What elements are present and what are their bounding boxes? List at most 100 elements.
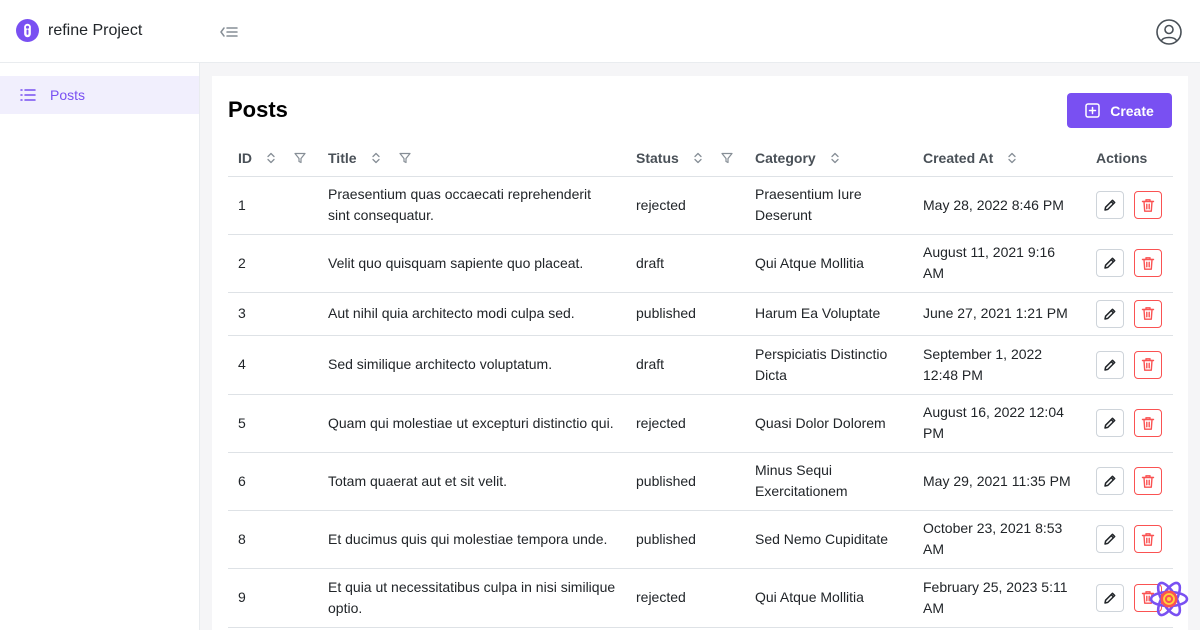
cell-title: Praesentium quas occaecati reprehenderit… <box>318 176 626 235</box>
delete-button[interactable] <box>1134 249 1162 277</box>
cell-id: 8 <box>228 510 318 569</box>
brand[interactable]: refine Project <box>16 19 142 42</box>
edit-button[interactable] <box>1096 350 1124 379</box>
sidebar-item-label: Posts <box>50 87 86 103</box>
cell-id: 3 <box>228 292 318 336</box>
delete-button[interactable] <box>1134 350 1162 379</box>
cell-category: Qui Atque Mollitia <box>745 234 913 293</box>
delete-button[interactable] <box>1134 525 1162 553</box>
trash-icon <box>1141 256 1155 270</box>
table-row: 6 Totam quaerat aut et sit velit. publishe… <box>228 452 1173 511</box>
cell-created-at: August 11, 2021 9:16 AM <box>913 234 1086 293</box>
edit-button[interactable] <box>1096 299 1124 328</box>
pencil-icon <box>1104 533 1116 545</box>
trash-icon <box>1141 307 1155 320</box>
square-plus-icon <box>1085 103 1100 118</box>
cell-status: published <box>626 452 745 511</box>
cell-category: Qui Atque Mollitia <box>745 568 913 628</box>
sidebar-item-posts[interactable]: Posts <box>0 76 199 114</box>
delete-button[interactable] <box>1134 191 1162 219</box>
cell-category: Sed Nemo Cupiditate <box>745 510 913 569</box>
cell-status: rejected <box>626 176 745 235</box>
cell-title: Et ducimus quis qui molestiae tempora un… <box>318 510 626 569</box>
trash-icon <box>1141 358 1155 371</box>
cell-title: Sed similique architecto voluptatum. <box>318 335 626 395</box>
delete-button[interactable] <box>1134 299 1162 328</box>
user-avatar-icon[interactable] <box>1155 18 1183 46</box>
column-label: Status <box>636 149 679 166</box>
edit-button[interactable] <box>1096 409 1124 437</box>
edit-button[interactable] <box>1096 467 1124 495</box>
sort-icon[interactable] <box>266 152 276 164</box>
delete-button[interactable] <box>1134 409 1162 437</box>
cell-category: Perspiciatis Distinctio Dicta <box>745 335 913 395</box>
refine-logo-icon <box>16 19 39 42</box>
cell-title: Et quia ut necessitatibus culpa in nisi … <box>318 568 626 628</box>
trash-icon <box>1141 416 1155 430</box>
column-label: Created At <box>923 149 994 166</box>
app-title: refine Project <box>48 21 143 39</box>
cell-actions <box>1086 510 1173 569</box>
table-body: 1 Praesentium quas occaecati reprehenderi… <box>228 176 1173 628</box>
column-header-created-at: Created At <box>913 140 1086 177</box>
pencil-icon <box>1104 308 1116 320</box>
edit-button[interactable] <box>1096 525 1124 553</box>
posts-table: ID Title Status Category Created At Acti… <box>228 140 1173 628</box>
cell-title: Quam qui molestiae ut excepturi distinct… <box>318 394 626 453</box>
pencil-icon <box>1104 257 1116 269</box>
cell-created-at: October 23, 2021 8:53 AM <box>913 510 1086 569</box>
cell-status: draft <box>626 234 745 293</box>
cell-status: rejected <box>626 394 745 453</box>
column-header-actions: Actions <box>1086 140 1173 177</box>
pencil-icon <box>1104 417 1116 429</box>
sort-icon[interactable] <box>693 152 703 164</box>
cell-status: published <box>626 510 745 569</box>
sort-icon[interactable] <box>1007 152 1017 164</box>
cell-id: 4 <box>228 335 318 395</box>
column-label: ID <box>238 149 252 166</box>
cell-actions <box>1086 335 1173 395</box>
sidebar-collapse-icon[interactable] <box>219 23 239 41</box>
column-label: Category <box>755 149 816 166</box>
cell-id: 1 <box>228 176 318 235</box>
cell-id: 6 <box>228 452 318 511</box>
pencil-icon <box>1104 199 1116 211</box>
cell-title: Totam quaerat aut et sit velit. <box>318 452 626 511</box>
cell-title: Aut nihil quia architecto modi culpa sed… <box>318 292 626 336</box>
cell-category: Minus Sequi Exercitationem <box>745 452 913 511</box>
filter-icon[interactable] <box>294 152 306 164</box>
cell-actions <box>1086 234 1173 293</box>
cell-actions <box>1086 176 1173 235</box>
pencil-icon <box>1104 475 1116 487</box>
filter-icon[interactable] <box>398 152 411 164</box>
create-button[interactable]: Create <box>1067 93 1172 128</box>
column-header-title: Title <box>318 140 626 177</box>
table-row: 9 Et quia ut necessitatibus culpa in nisi… <box>228 568 1173 628</box>
filter-icon[interactable] <box>721 152 733 164</box>
cell-actions <box>1086 394 1173 453</box>
cell-id: 2 <box>228 234 318 293</box>
pencil-icon <box>1104 592 1116 604</box>
column-header-id: ID <box>228 140 318 177</box>
table-row: 2 Velit quo quisquam sapiente quo placeat… <box>228 234 1173 293</box>
cell-id: 5 <box>228 394 318 453</box>
cell-category: Praesentium Iure Deserunt <box>745 176 913 235</box>
posts-card: Posts Create ID Title Status Category Cr… <box>212 76 1188 630</box>
pencil-icon <box>1104 359 1116 371</box>
delete-button[interactable] <box>1134 467 1162 495</box>
sort-icon[interactable] <box>371 152 381 164</box>
cell-actions <box>1086 452 1173 511</box>
table-header-row: ID Title Status Category Created At Acti… <box>228 140 1173 177</box>
page-title: Posts <box>228 97 288 122</box>
table-row: 5 Quam qui molestiae ut excepturi distinc… <box>228 394 1173 453</box>
cell-created-at: September 1, 2022 12:48 PM <box>913 335 1086 395</box>
cell-created-at: February 25, 2023 5:11 AM <box>913 568 1086 628</box>
cell-created-at: June 27, 2021 1:21 PM <box>913 292 1086 336</box>
edit-button[interactable] <box>1096 191 1124 219</box>
edit-button[interactable] <box>1096 583 1124 612</box>
table-row: 1 Praesentium quas occaecati reprehenderi… <box>228 176 1173 235</box>
create-button-label: Create <box>1110 102 1154 119</box>
sort-icon[interactable] <box>830 152 840 164</box>
react-devtools-icon[interactable] <box>1148 578 1190 620</box>
edit-button[interactable] <box>1096 249 1124 277</box>
